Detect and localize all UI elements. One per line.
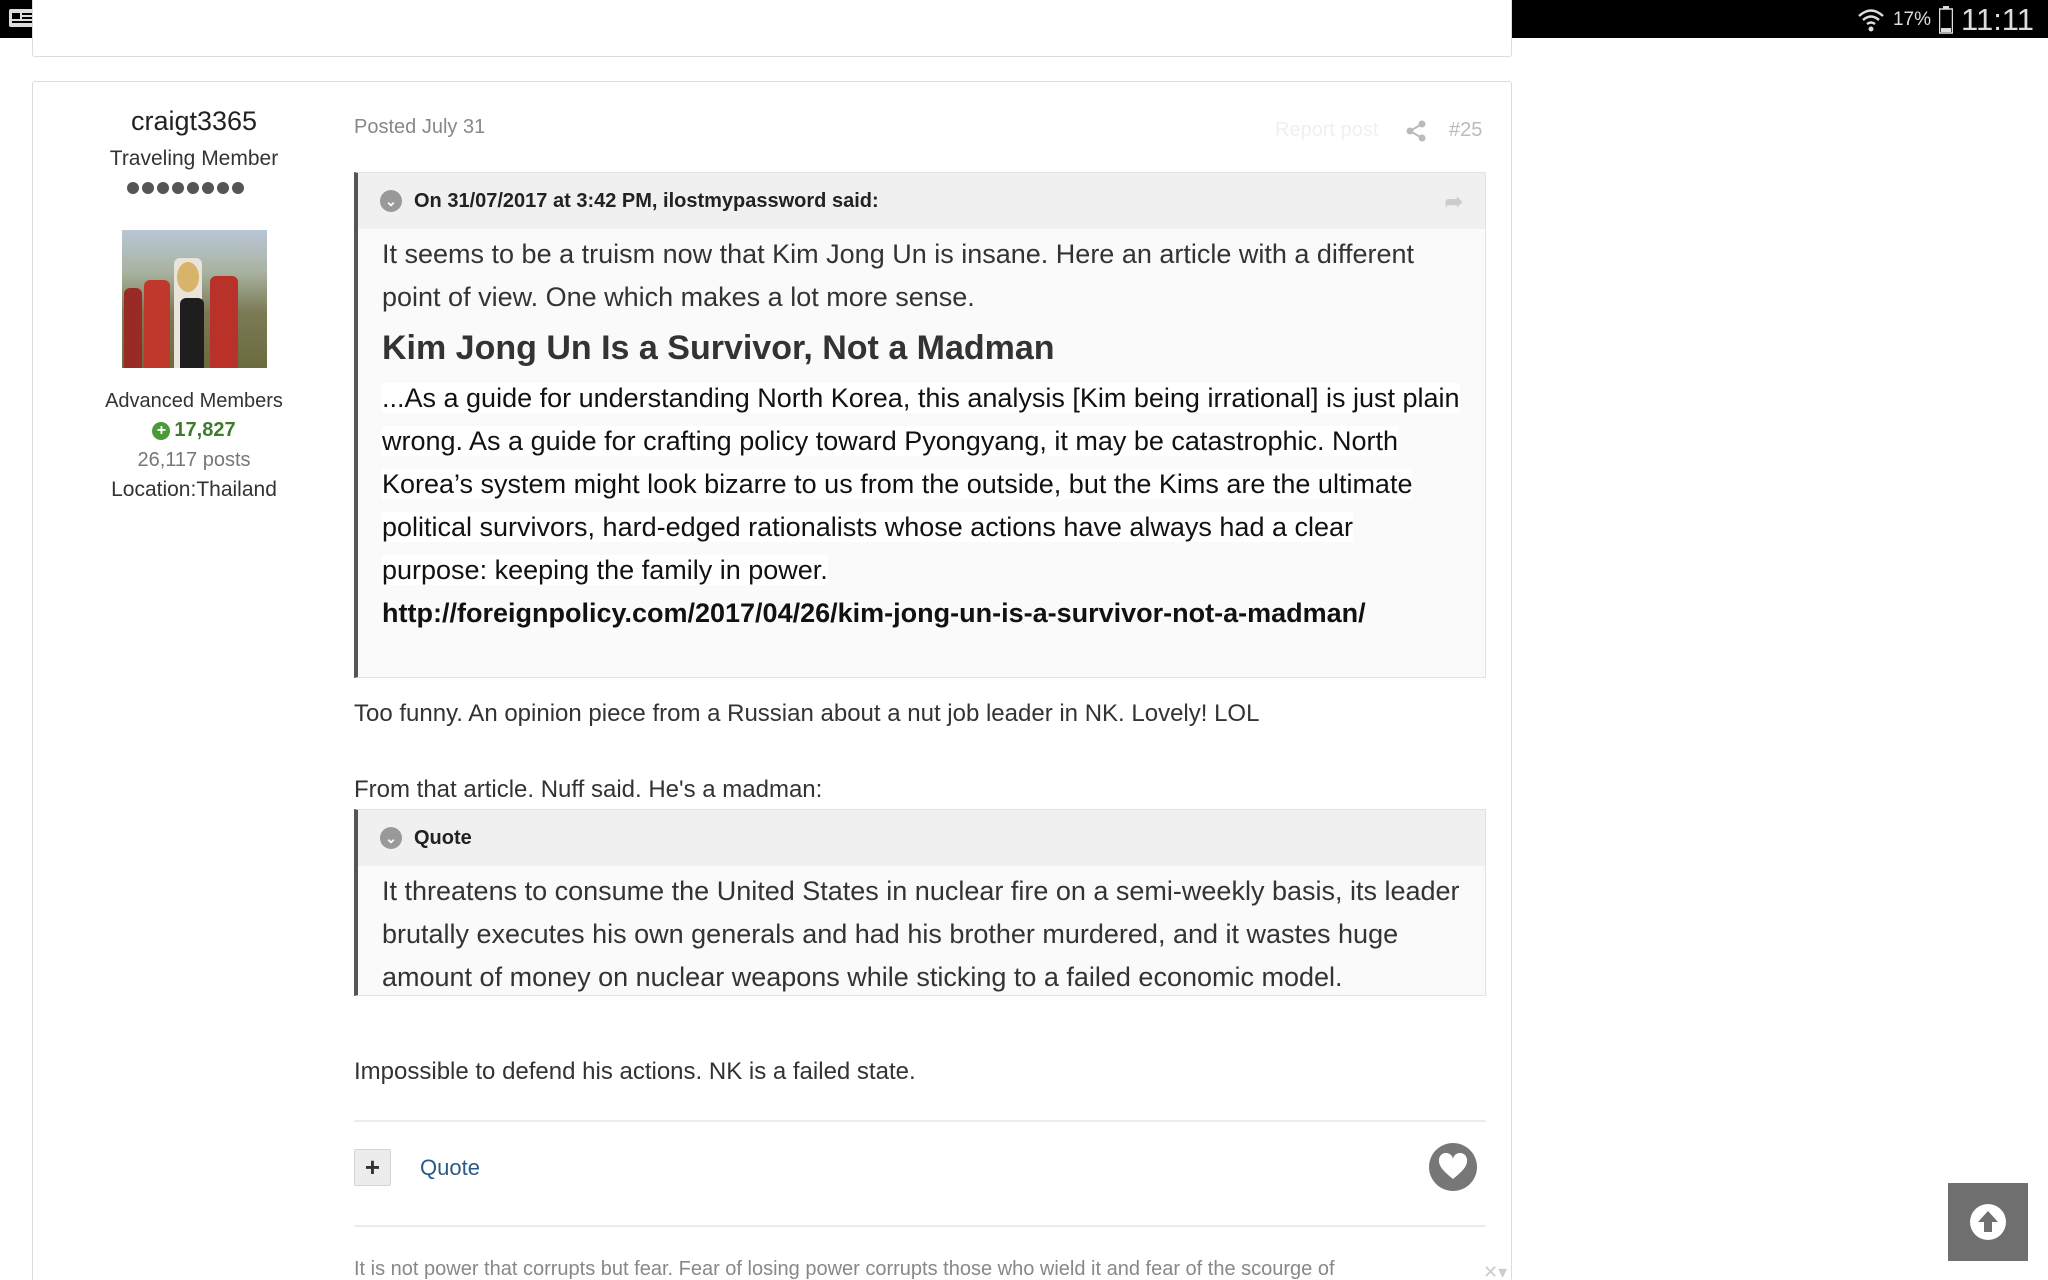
signature: It is not power that corrupts but fear. …: [354, 1258, 1335, 1280]
multiquote-button[interactable]: +: [354, 1149, 391, 1186]
post-paragraph: Too funny. An opinion piece from a Russi…: [354, 700, 1260, 727]
author-group: Advanced Members: [105, 390, 283, 412]
quote-block: ⌄ On 31/07/2017 at 3:42 PM, ilostmypassw…: [354, 172, 1486, 678]
posted-date[interactable]: Posted July 31: [354, 116, 485, 139]
scroll-to-top-button[interactable]: [1948, 1183, 2028, 1261]
collapse-chevron-icon[interactable]: ⌄: [380, 827, 402, 849]
close-icon[interactable]: ✕▾: [1483, 1262, 1507, 1280]
report-post-link[interactable]: Report post: [1275, 119, 1378, 142]
quote-article-heading: Kim Jong Un Is a Survivor, Not a Madman: [382, 329, 1055, 367]
reputation-value: 17,827: [174, 419, 236, 441]
quote-excerpt: ...As a guide for understanding North Ko…: [382, 383, 1460, 585]
plus-circle-icon: +: [152, 421, 171, 440]
post-paragraph: Impossible to defend his actions. NK is …: [354, 1058, 916, 1085]
post-number[interactable]: #25: [1449, 119, 1482, 142]
clock: 11:11: [1961, 2, 2034, 37]
author-location: Location:Thailand: [111, 478, 277, 501]
quote-block: ⌄ Quote It threatens to consume the Unit…: [354, 809, 1486, 996]
quote-header: ⌄ On 31/07/2017 at 3:42 PM, ilostmypassw…: [358, 173, 1485, 229]
divider: [354, 1225, 1486, 1227]
post-count: 26,117 posts: [137, 449, 251, 471]
quote-citation: Quote: [414, 826, 472, 849]
quote-intro: It seems to be a truism now that Kim Jon…: [382, 239, 1414, 312]
previous-post-box: [32, 0, 1512, 57]
wifi-icon: [1858, 9, 1884, 32]
quote-header: ⌄ Quote: [358, 810, 1485, 866]
quote-citation: On 31/07/2017 at 3:42 PM, ilostmypasswor…: [414, 189, 879, 212]
battery-percent: 17%: [1892, 9, 1932, 30]
reputation: +17,827: [33, 419, 355, 442]
reply-arrow-icon[interactable]: ➦: [1445, 189, 1463, 215]
quote-button[interactable]: Quote: [420, 1155, 480, 1181]
rank-pips: [127, 182, 244, 194]
avatar[interactable]: [122, 230, 267, 368]
forum-post: craigt3365 Traveling Member Advanced Mem…: [32, 81, 1512, 1280]
battery-icon: [1939, 6, 1954, 34]
collapse-chevron-icon[interactable]: ⌄: [380, 190, 402, 212]
author-name[interactable]: craigt3365: [33, 106, 355, 137]
quote-article-link[interactable]: http://foreignpolicy.com/2017/04/26/kim-…: [382, 592, 1461, 635]
like-button[interactable]: [1429, 1143, 1477, 1191]
author-title: Traveling Member: [109, 147, 279, 170]
quote-body: It threatens to consume the United State…: [382, 876, 1460, 992]
divider: [354, 1120, 1486, 1122]
heart-icon: [1438, 1153, 1468, 1179]
post-paragraph: From that article. Nuff said. He's a mad…: [354, 776, 823, 803]
share-icon[interactable]: [1405, 120, 1427, 142]
arrow-up-circle-icon: [1970, 1204, 2006, 1240]
